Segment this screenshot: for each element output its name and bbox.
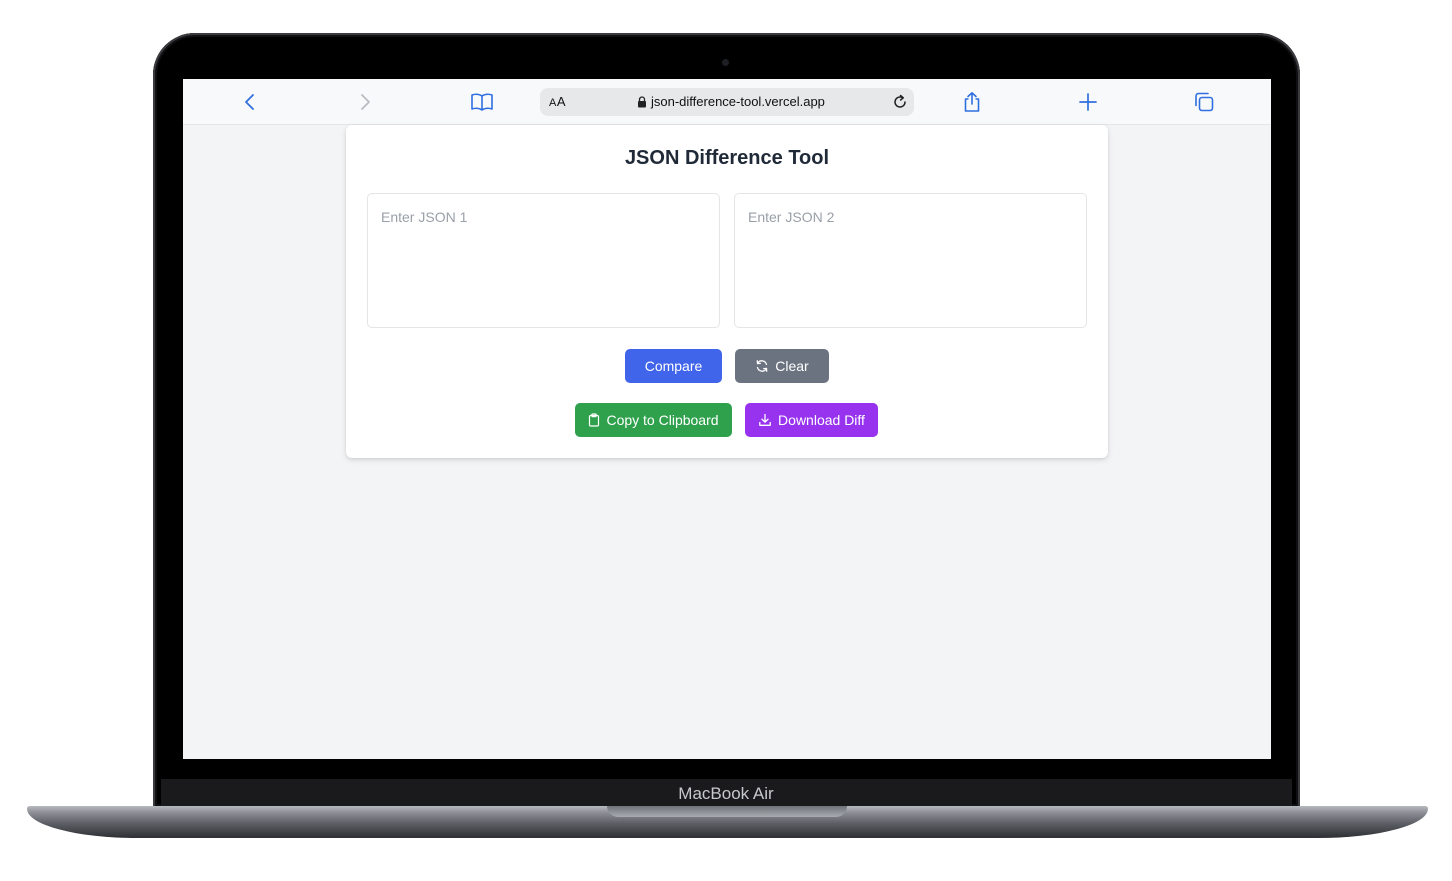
compare-button[interactable]: Compare: [625, 349, 722, 383]
browser-screen: AA json-difference-tool.vercel.app JSON …: [183, 79, 1271, 759]
page-title: JSON Difference Tool: [624, 147, 830, 169]
copy-button-label: Copy to Clipboard: [606, 412, 719, 428]
text-size-small-label: A: [549, 97, 557, 109]
share-button[interactable]: [959, 89, 985, 115]
device-label: MacBook Air: [678, 784, 774, 803]
laptop-notch: [607, 806, 847, 817]
camera-icon: [722, 59, 729, 66]
chevron-right-icon: [361, 94, 370, 110]
reload-icon[interactable]: [891, 93, 909, 111]
download-button-label: Download Diff: [778, 412, 865, 428]
tabs-icon: [1195, 92, 1214, 112]
refresh-icon: [756, 360, 768, 372]
copy-to-clipboard-button[interactable]: Copy to Clipboard: [575, 403, 732, 437]
clipboard-icon: [589, 413, 600, 427]
stage: AA json-difference-tool.vercel.app JSON …: [0, 0, 1452, 881]
book-icon: [471, 93, 493, 111]
text-size-button[interactable]: AA: [549, 94, 566, 109]
clear-button[interactable]: Clear: [735, 349, 829, 383]
chevron-left-icon: [245, 94, 254, 110]
json1-input[interactable]: [367, 193, 720, 328]
address-bar[interactable]: AA json-difference-tool.vercel.app: [540, 88, 914, 116]
json2-input[interactable]: [734, 193, 1087, 328]
download-diff-button[interactable]: Download Diff: [745, 403, 878, 437]
forward-button[interactable]: [352, 89, 378, 115]
new-tab-button[interactable]: [1075, 89, 1101, 115]
browser-toolbar: AA json-difference-tool.vercel.app: [183, 79, 1271, 125]
url-text: json-difference-tool.vercel.app: [651, 94, 825, 109]
bookmarks-button[interactable]: [469, 89, 495, 115]
share-icon: [964, 92, 980, 112]
tabs-button[interactable]: [1191, 89, 1217, 115]
text-size-large-label: A: [556, 94, 567, 109]
back-button[interactable]: [237, 89, 263, 115]
compare-button-label: Compare: [644, 358, 703, 374]
json-diff-card: JSON Difference Tool Compare Clear: [346, 125, 1108, 458]
clear-button-label: Clear: [775, 358, 809, 374]
lock-icon: [638, 96, 646, 108]
download-icon: [759, 413, 771, 426]
plus-icon: [1079, 93, 1097, 111]
